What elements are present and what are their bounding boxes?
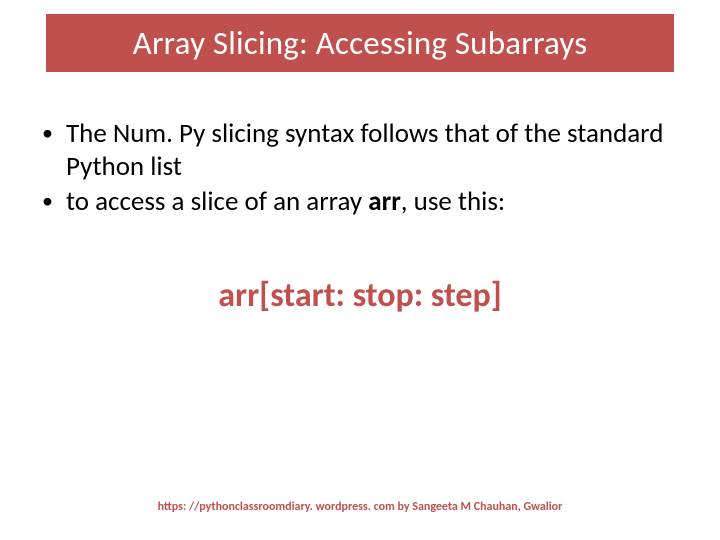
bullet-text-bold: arr: [368, 185, 401, 218]
footer-author: by Sangeeta M Chauhan, Gwalior: [395, 500, 563, 514]
bullet-item: to access a slice of an array arr, use t…: [38, 186, 678, 219]
bullet-text-pre: to access a slice of an array: [66, 185, 368, 218]
bullet-item: The Num. Py slicing syntax follows that …: [38, 118, 678, 184]
slide-title: Array Slicing: Accessing Subarrays: [133, 23, 588, 63]
bullet-list: The Num. Py slicing syntax follows that …: [38, 118, 678, 221]
footer-url: https: //pythonclassroomdiary. wordpress…: [158, 500, 395, 514]
bullet-text-pre: The Num. Py slicing syntax follows that …: [66, 117, 663, 183]
slide-footer: https: //pythonclassroomdiary. wordpress…: [0, 500, 720, 514]
title-bar: Array Slicing: Accessing Subarrays: [46, 14, 674, 72]
bullet-text-post: , use this:: [401, 185, 505, 218]
syntax-display: arr[start: stop: step]: [0, 275, 720, 316]
